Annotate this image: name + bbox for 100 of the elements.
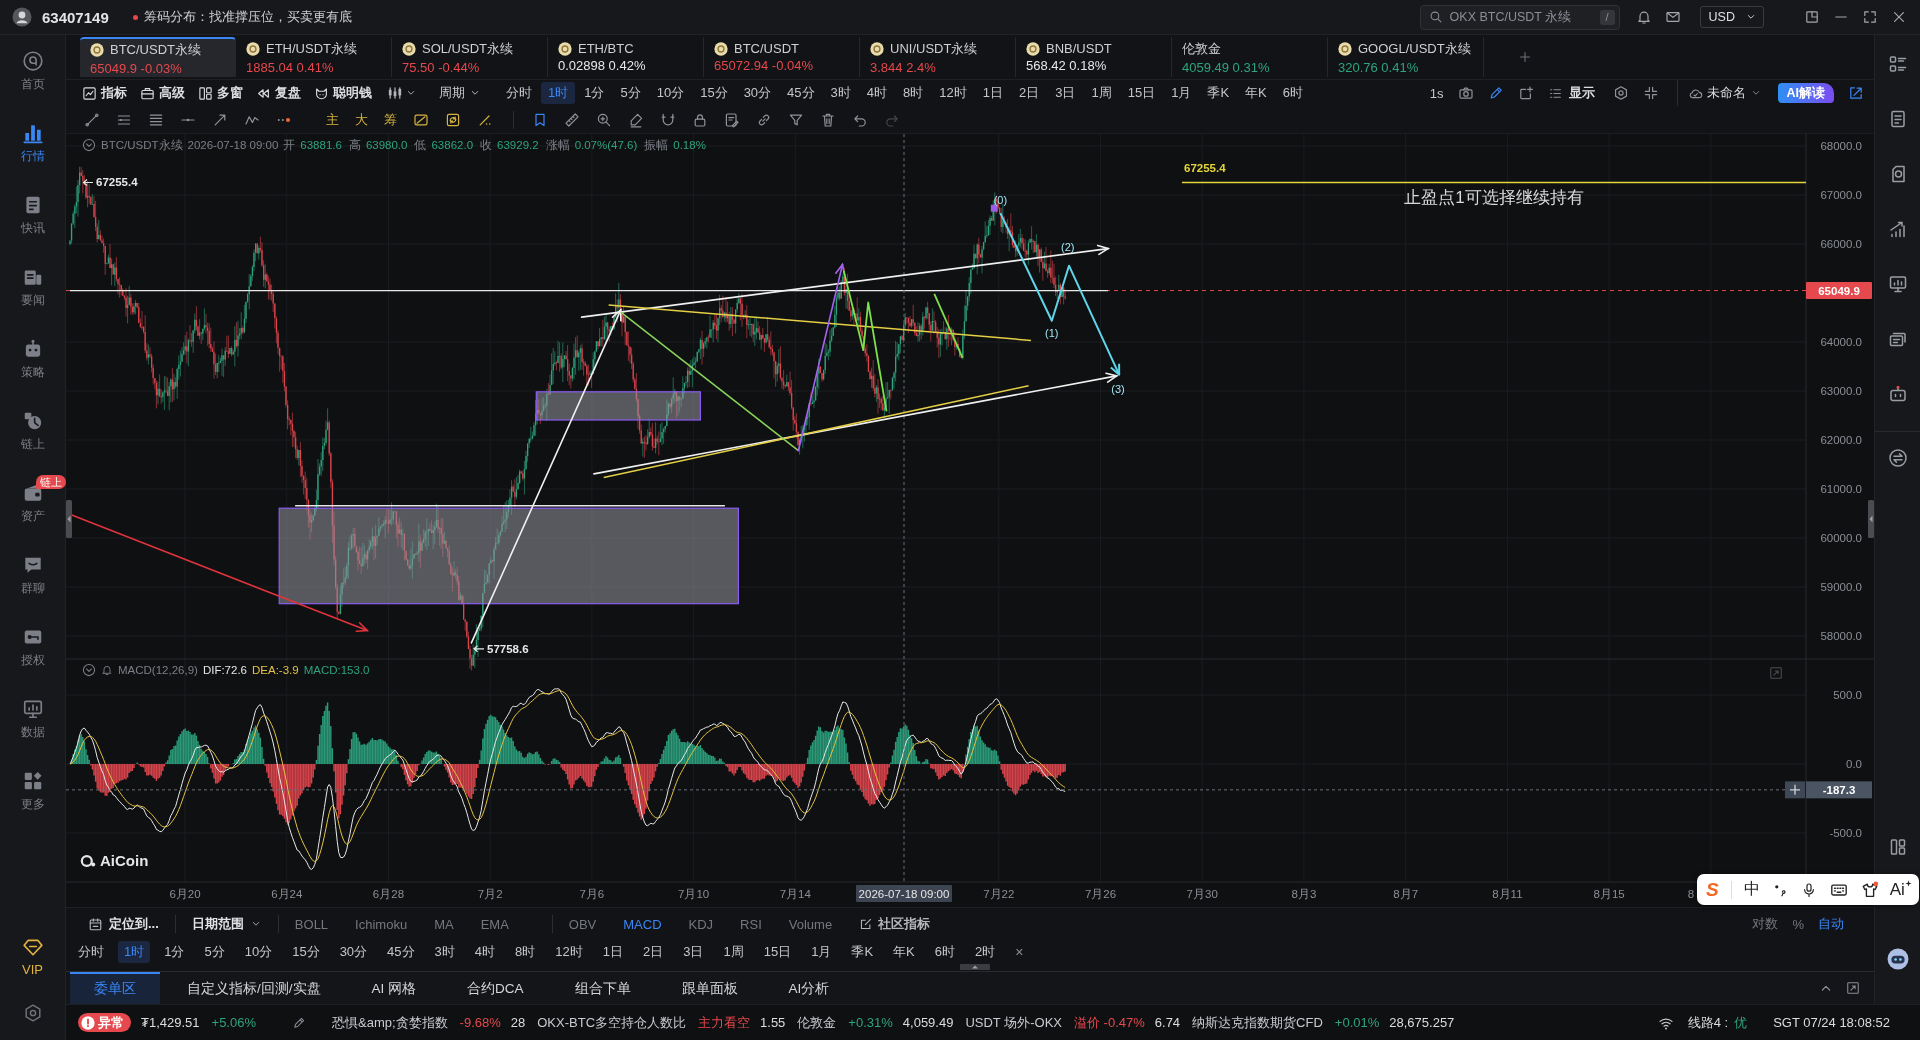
period-button[interactable]: 1周 <box>1084 82 1119 104</box>
currency-dropdown[interactable]: USD <box>1699 6 1764 28</box>
panel-tab[interactable]: 自定义指标/回测/实盘 <box>163 972 345 1004</box>
notice-text[interactable]: 筹码分布：找准撑压位，买卖更有底 <box>143 8 352 26</box>
sidebar-item[interactable]: 要闻 <box>0 251 66 323</box>
ticker-label[interactable]: 恐惧&amp;贪婪指数 <box>332 1013 448 1032</box>
scale-button[interactable]: 自动 <box>1818 915 1844 933</box>
ticker-label[interactable]: 伦敦金 <box>797 1013 837 1032</box>
period-menu[interactable]: 周期 <box>439 84 481 102</box>
symbol-tab[interactable]: SOL/USDT永续 75.50 -0.44% <box>392 37 548 77</box>
arrow-line[interactable] <box>580 244 1111 318</box>
symbol-tab[interactable]: ETH/USDT永续 1885.04 0.41% <box>236 37 392 77</box>
indicator-button[interactable]: Volume <box>788 916 833 932</box>
period-button[interactable]: 3日 <box>1048 82 1083 104</box>
date-range-dropdown[interactable]: 日期范围 <box>191 915 262 933</box>
bookmark-icon[interactable] <box>532 111 548 128</box>
overlay-toggle[interactable]: 大 <box>355 110 368 129</box>
overlay-toggle[interactable]: 筹 <box>384 110 397 129</box>
period-button[interactable]: 2日 <box>1012 82 1047 104</box>
chevron-circle-icon[interactable] <box>82 663 96 677</box>
indicator-button[interactable]: EMA <box>480 916 509 932</box>
symbol-tab[interactable]: UNI/USDT永续 3.844 2.4% <box>860 37 1016 77</box>
eraser-icon[interactable] <box>628 111 644 128</box>
fullscreen-icon[interactable] <box>1862 9 1878 25</box>
ticker-label[interactable]: OKX-BTC多空持仓人数比 <box>537 1013 687 1032</box>
period-button[interactable]: 15日 <box>757 941 798 963</box>
edit-document-icon[interactable] <box>724 111 740 128</box>
sidebar-item[interactable]: 链上 <box>0 395 66 467</box>
community-button[interactable]: 社区指标 <box>859 915 931 933</box>
period-button[interactable]: 2时 <box>968 941 1002 963</box>
overlay-toggle[interactable]: 主 <box>326 110 339 129</box>
period-button[interactable]: 3时 <box>823 82 858 104</box>
indicator-button[interactable]: MA <box>434 916 454 932</box>
period-button[interactable]: 1月 <box>1164 82 1199 104</box>
mail-icon[interactable] <box>1664 9 1681 25</box>
bell-icon[interactable] <box>101 664 113 676</box>
period-button[interactable]: 10分 <box>649 82 692 104</box>
period-button[interactable]: 季K <box>845 941 880 963</box>
refresh-box-icon[interactable] <box>445 111 461 128</box>
collapse-handle-icon[interactable] <box>1868 500 1874 538</box>
target-line[interactable] <box>1181 181 1807 184</box>
growth-bars-icon[interactable] <box>1887 219 1908 239</box>
zigzag-line[interactable] <box>933 293 964 359</box>
scale-button[interactable]: % <box>1792 916 1804 932</box>
ai-label[interactable]: Ai <box>1889 879 1905 900</box>
point-marker-icon[interactable] <box>990 204 998 212</box>
settings-icon[interactable] <box>1612 85 1629 101</box>
shirt-icon[interactable] <box>1860 880 1879 899</box>
symbol-tab[interactable]: 伦敦金 4059.49 0.31% <box>1172 37 1328 77</box>
period-button[interactable]: 12时 <box>549 941 589 963</box>
scroll-handle-icon[interactable] <box>960 964 990 970</box>
trash-icon[interactable] <box>820 111 836 128</box>
period-button[interactable]: 年K <box>1238 82 1274 104</box>
arrow-line[interactable] <box>797 262 846 452</box>
period-button[interactable]: 30分 <box>333 941 374 963</box>
ticker-label[interactable]: USDT 场外-OKX <box>965 1013 1062 1032</box>
wave-line[interactable] <box>999 212 1121 376</box>
symbol-tab[interactable]: ETH/BTC 0.02898 0.42% <box>548 37 704 77</box>
vip-button[interactable]: VIP <box>0 926 66 986</box>
period-button[interactable]: 6时 <box>1275 82 1310 104</box>
indicator-button[interactable]: BOLL <box>294 916 329 932</box>
sidebar-item[interactable]: 数据 <box>0 683 66 755</box>
robot-face-icon[interactable] <box>1886 948 1909 970</box>
period-button[interactable]: 8时 <box>896 82 931 104</box>
indicator-button[interactable]: KDJ <box>688 916 714 932</box>
indicator-button[interactable]: RSI <box>740 916 762 932</box>
period-button[interactable]: 1日 <box>975 82 1010 104</box>
alert-badge[interactable]: 异常 <box>78 1013 131 1032</box>
horizontal-line[interactable] <box>69 289 1109 292</box>
panel-tab[interactable]: AI分析 <box>764 972 854 1004</box>
monitor-chart-icon[interactable] <box>1887 274 1908 294</box>
sidebar-item[interactable]: 更多 <box>0 755 66 827</box>
period-button[interactable]: 15日 <box>1120 82 1163 104</box>
sidebar-item[interactable]: 行情 <box>0 107 66 179</box>
trend-line[interactable] <box>602 384 1030 479</box>
period-button[interactable]: 10分 <box>238 941 279 963</box>
period-button[interactable]: 15分 <box>693 82 735 104</box>
camera-icon[interactable] <box>1457 85 1474 101</box>
indicator-button[interactable]: MACD <box>623 916 662 932</box>
period-button[interactable]: 8时 <box>509 941 542 963</box>
settings-icon[interactable] <box>22 1003 43 1023</box>
panel-tab[interactable]: 委单区 <box>70 972 160 1004</box>
period-button[interactable]: 1时 <box>541 82 576 104</box>
layout-dropdown[interactable]: 未命名 <box>1687 84 1762 102</box>
close-icon[interactable] <box>1891 9 1907 25</box>
period-button[interactable]: 1分 <box>158 941 191 963</box>
collapse-icon[interactable] <box>1642 85 1659 101</box>
zigzag-line[interactable] <box>842 269 888 413</box>
period-button[interactable]: 45分 <box>780 82 822 104</box>
symbol-tab[interactable]: BTC/USDT 65072.94 -0.04% <box>704 37 860 77</box>
sidebar-item[interactable]: 群聊 <box>0 539 66 611</box>
zoom-in-icon[interactable] <box>596 111 612 128</box>
lock-icon[interactable] <box>692 111 708 128</box>
indicator-button[interactable]: OBV <box>568 916 597 932</box>
line-tool-icon[interactable] <box>84 111 100 128</box>
trend-line[interactable] <box>607 304 1032 342</box>
period-button[interactable]: 3时 <box>428 941 461 963</box>
sidebar-item[interactable]: 授权 <box>0 611 66 683</box>
magnet-icon[interactable] <box>660 111 676 128</box>
period-button[interactable]: 6时 <box>928 941 961 963</box>
